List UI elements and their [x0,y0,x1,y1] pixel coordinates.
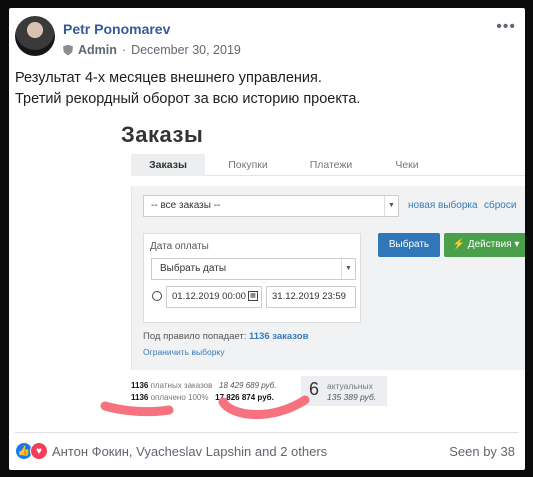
author-avatar[interactable] [15,16,55,56]
post-date[interactable]: December 30, 2019 [131,43,241,57]
post-meta: Admin · December 30, 2019 [63,43,241,57]
post-text: Результат 4-х месяцев внешнего управлени… [15,68,515,110]
reactions-bar[interactable]: 👍 ♥ Антон Фокин, Vyacheslav Lapshin and … [15,442,327,460]
post-text-line: Третий рекордный оборот за всю историю п… [15,91,361,107]
scribble-left [100,401,174,417]
admin-shield-icon [63,44,73,56]
admin-badge: Admin [78,43,117,57]
post-card: Petr Ponomarev Admin · December 30, 2019… [9,8,525,470]
love-reaction-icon: ♥ [30,442,48,460]
reaction-names[interactable]: Антон Фокин, Vyacheslav Lapshin and 2 ot… [52,444,327,459]
highlight-scribbles [100,395,310,419]
meta-separator: · [121,43,127,57]
attached-screenshot[interactable]: Заказы Заказы Покупки Платежи Чеки -- вс… [9,116,525,426]
footer-divider [15,432,519,433]
seen-by-count[interactable]: Seen by 38 [449,444,515,459]
author-name[interactable]: Petr Ponomarev [63,21,170,37]
more-options-icon[interactable]: ••• [496,18,516,36]
scribble-right [218,395,310,419]
post-text-line: Результат 4-х месяцев внешнего управлени… [15,70,322,86]
